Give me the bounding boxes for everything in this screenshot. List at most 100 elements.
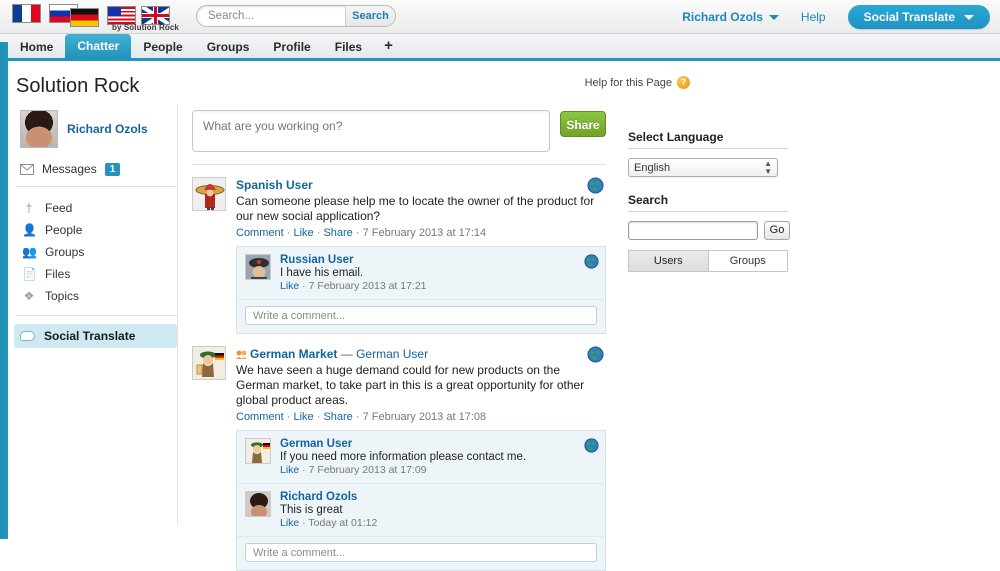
post-group-name[interactable]: German Market [250,347,337,361]
post-separator: — [340,347,353,361]
sidebar-item-groups[interactable]: 👥 Groups [20,241,177,263]
share-action[interactable]: Share [323,227,352,239]
messages-badge: 1 [104,162,121,176]
language-select[interactable]: English ▲ ▼ [628,158,778,177]
comment-author[interactable]: German User [280,438,597,450]
user-menu[interactable]: Richard Ozols [682,10,779,24]
tab-profile[interactable]: Profile [261,36,322,58]
comment-input[interactable] [245,306,597,325]
comment-action[interactable]: Comment [236,411,284,423]
top-header: by Solution Rock Search Richard Ozols He… [0,0,1000,34]
comment-list: German User If you need more information… [236,430,606,571]
tab-bar: Home Chatter People Groups Profile Files… [0,34,1000,61]
page-content: Help for this Page ? Solution Rock Richa… [0,61,1000,571]
search-button[interactable]: Search [345,6,395,26]
comment-timestamp: 7 February 2013 at 17:09 [308,464,427,476]
post-author[interactable]: Spanish User [236,178,606,192]
post-header: German Market — German User We have seen… [192,346,606,423]
sidebar-messages-label: Messages [42,162,97,176]
sidebar-item-messages[interactable]: Messages 1 [16,156,177,187]
search-row: Go [628,221,1000,240]
search-block: Search Go Users Groups [628,193,1000,272]
sidebar-item-social-translate[interactable]: Social Translate [14,324,177,348]
feed-column: Share [178,104,620,571]
like-action[interactable]: Like [280,517,299,529]
search-input[interactable] [197,10,345,22]
tab-files[interactable]: Files [323,36,374,58]
composer-input[interactable] [192,110,550,152]
russian-user-avatar [245,254,271,280]
help-for-this-page-link[interactable]: Help for this Page ? [585,76,690,89]
globe-icon[interactable] [587,177,604,194]
sidebar-item-files[interactable]: 📄 Files [20,263,177,285]
sidebar-item-people[interactable]: 👤 People [20,219,177,241]
like-action[interactable]: Like [280,280,299,292]
sidebar-user-name[interactable]: Richard Ozols [67,122,148,136]
post-timestamp: 7 February 2013 at 17:14 [362,227,487,239]
topics-icon: ❖ [23,289,35,303]
tab-home[interactable]: Home [8,36,65,58]
post-author[interactable]: German Market — German User [236,347,606,361]
comment-composer [237,537,605,570]
select-language-heading: Select Language [628,130,788,149]
like-action[interactable]: Like [293,411,313,423]
app-menu-label: Social Translate [863,10,955,24]
comment-action[interactable]: Comment [236,227,284,239]
sidebar-item-topics[interactable]: ❖ Topics [20,285,177,307]
comment-text: If you need more information please cont… [280,451,527,463]
tab-add[interactable]: + [374,36,403,58]
go-button[interactable]: Go [764,221,790,240]
post-body: German Market — German User We have seen… [236,346,606,423]
comment: Richard Ozols This is great Like · Today… [237,484,605,537]
comment-author[interactable]: Richard Ozols [280,491,597,503]
brand-logo[interactable]: by Solution Rock [0,0,185,34]
sidebar-profile[interactable]: Richard Ozols [16,108,177,156]
feed-post: German Market — German User We have seen… [192,334,606,571]
app-menu-button[interactable]: Social Translate [847,5,990,29]
feed-icon: † [25,201,33,215]
german-user-avatar [192,346,226,380]
help-link[interactable]: Help [801,10,826,24]
columns-layout: Richard Ozols Messages 1 † Feed 👤 People [8,104,1000,571]
tab-people[interactable]: People [131,36,194,58]
tab-users[interactable]: Users [629,251,708,271]
post-text: We have seen a huge demand could for new… [236,363,585,407]
header-search[interactable]: Search [196,5,396,27]
comment-body: Russian User I have his email. Like · 7 … [280,254,597,292]
share-button[interactable]: Share [560,111,606,137]
tab-chatter[interactable]: Chatter [65,34,132,58]
post-author-name[interactable]: German User [356,347,428,361]
comment-author[interactable]: Russian User [280,254,597,266]
globe-icon[interactable] [584,254,599,269]
composer: Share [192,110,606,152]
tab-groups[interactable]: Groups [195,36,262,58]
avatar [20,110,58,148]
page-title: Solution Rock [16,75,140,97]
post-meta: Comment · Like · Share · 7 February 2013… [236,411,487,423]
right-panel: Select Language English ▲ ▼ Search Go Use… [620,104,1000,288]
globe-icon[interactable] [587,346,604,363]
sidebar-item-feed[interactable]: † Feed [20,197,177,219]
comment-meta: Like · 7 February 2013 at 17:21 [280,280,427,292]
spanish-user-avatar [192,177,226,211]
comment-input[interactable] [245,543,597,562]
german-user-avatar [245,438,271,464]
result-tabs: Users Groups [628,250,788,272]
sidebar: Richard Ozols Messages 1 † Feed 👤 People [8,104,178,524]
post-header: Spanish User Can someone please help me … [192,177,606,239]
sidebar-nav: † Feed 👤 People 👥 Groups 📄 Files ❖ Topic… [16,187,177,316]
post-timestamp: 7 February 2013 at 17:08 [362,411,487,423]
share-action[interactable]: Share [323,411,352,423]
feed-post: Spanish User Can someone please help me … [192,165,606,334]
tab-groups[interactable]: Groups [707,251,787,271]
like-action[interactable]: Like [293,227,313,239]
comment: Russian User I have his email. Like · 7 … [237,247,605,300]
header-right-group: Richard Ozols Help Social Translate [682,0,990,34]
globe-icon[interactable] [584,438,599,453]
comment-text: I have his email. [280,267,364,279]
like-action[interactable]: Like [280,464,299,476]
people-icon: 👥 [22,245,37,259]
post-text: Can someone please help me to locate the… [236,194,595,223]
envelope-icon [20,163,34,175]
panel-search-input[interactable] [628,221,758,240]
